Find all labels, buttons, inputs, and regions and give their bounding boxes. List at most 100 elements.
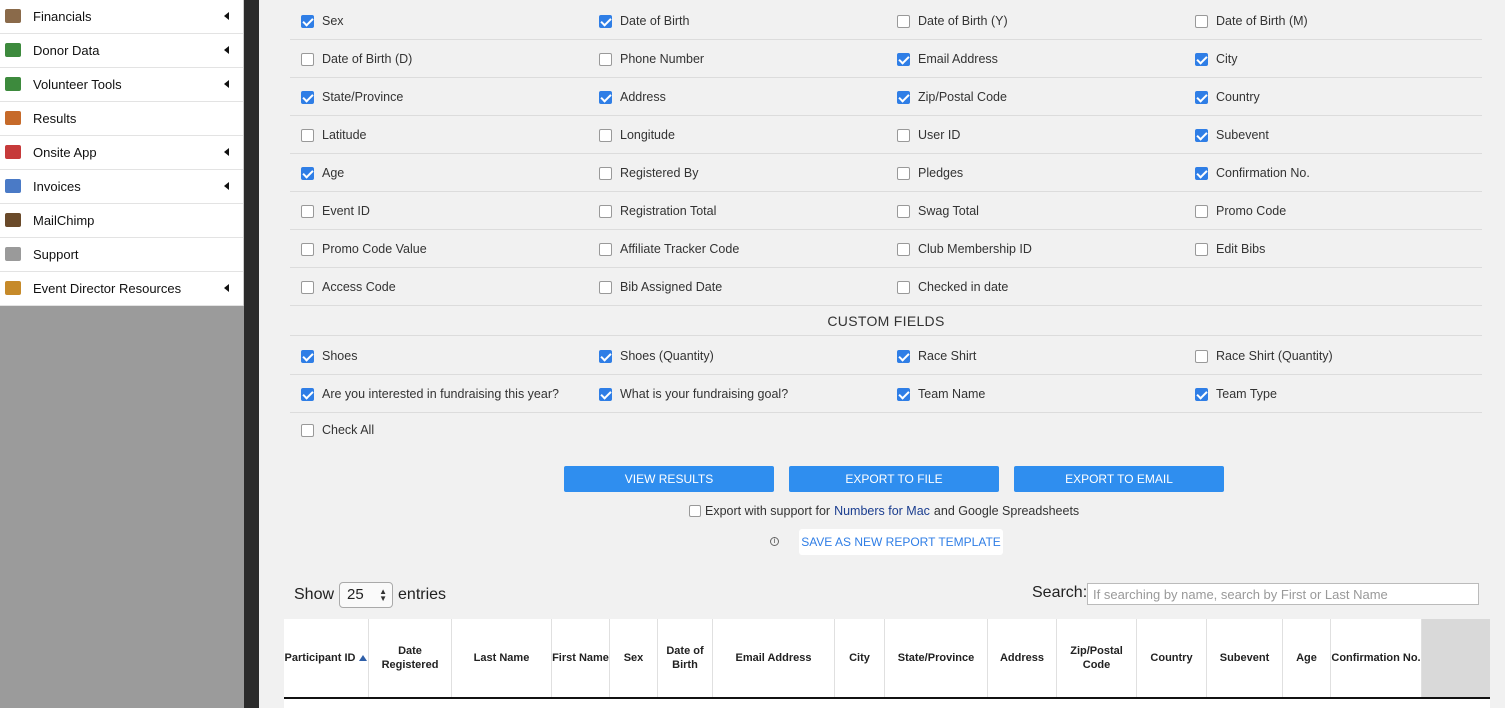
field-option-affiliate-tracker-code[interactable]: Affiliate Tracker Code — [588, 230, 739, 268]
field-option-team-name[interactable]: Team Name — [886, 375, 985, 413]
field-checkbox[interactable] — [301, 242, 314, 256]
field-checkbox[interactable] — [897, 128, 910, 142]
field-checkbox[interactable] — [897, 349, 910, 363]
field-option-edit-bibs[interactable]: Edit Bibs — [1184, 230, 1265, 268]
field-checkbox[interactable] — [301, 90, 314, 104]
field-checkbox[interactable] — [301, 128, 314, 142]
caret-left-icon[interactable] — [224, 46, 229, 54]
field-checkbox[interactable] — [897, 280, 910, 294]
field-checkbox[interactable] — [599, 90, 612, 104]
field-option-age[interactable]: Age — [290, 154, 344, 192]
field-checkbox[interactable] — [301, 166, 314, 180]
field-option-checked-in-date[interactable]: Checked in date — [886, 268, 1008, 306]
field-option-sex[interactable]: Sex — [290, 2, 344, 40]
sidebar-item-results[interactable]: Results — [0, 102, 243, 136]
field-checkbox[interactable] — [301, 349, 314, 363]
column-header-date-registered[interactable]: Date Registered — [369, 619, 452, 697]
caret-left-icon[interactable] — [224, 284, 229, 292]
field-option-registration-total[interactable]: Registration Total — [588, 192, 716, 230]
numbers-for-mac-link[interactable]: Numbers for Mac — [834, 504, 930, 518]
field-checkbox[interactable] — [1195, 90, 1208, 104]
field-option-race-shirt-quantity[interactable]: Race Shirt (Quantity) — [1184, 337, 1333, 375]
search-input[interactable] — [1087, 583, 1479, 605]
sidebar-item-onsite-app[interactable]: Onsite App — [0, 136, 243, 170]
column-header-state-province[interactable]: State/Province — [885, 619, 988, 697]
view-results-button[interactable]: VIEW RESULTS — [564, 466, 774, 492]
export-support-checkbox[interactable] — [689, 505, 701, 517]
field-option-country[interactable]: Country — [1184, 78, 1260, 116]
field-option-email-address[interactable]: Email Address — [886, 40, 998, 78]
field-checkbox[interactable] — [301, 280, 314, 294]
column-header-date-of-birth[interactable]: Date of Birth — [658, 619, 713, 697]
sidebar-item-mailchimp[interactable]: MailChimp — [0, 204, 243, 238]
field-checkbox[interactable] — [897, 14, 910, 28]
field-checkbox[interactable] — [897, 387, 910, 401]
field-checkbox[interactable] — [897, 242, 910, 256]
field-option-city[interactable]: City — [1184, 40, 1238, 78]
column-header-age[interactable]: Age — [1283, 619, 1331, 697]
sidebar-item-event-director-resources[interactable]: Event Director Resources — [0, 272, 243, 306]
field-option-date-of-birth-m[interactable]: Date of Birth (M) — [1184, 2, 1308, 40]
field-checkbox[interactable] — [599, 14, 612, 28]
field-option-date-of-birth-d[interactable]: Date of Birth (D) — [290, 40, 412, 78]
field-option-user-id[interactable]: User ID — [886, 116, 960, 154]
field-checkbox[interactable] — [1195, 387, 1208, 401]
field-checkbox[interactable] — [599, 128, 612, 142]
save-as-template-button[interactable]: SAVE AS NEW REPORT TEMPLATE — [799, 529, 1003, 555]
field-option-shoes[interactable]: Shoes — [290, 337, 357, 375]
column-header-country[interactable]: Country — [1137, 619, 1207, 697]
field-checkbox[interactable] — [1195, 204, 1208, 218]
field-checkbox[interactable] — [1195, 349, 1208, 363]
column-header-confirmation-no[interactable]: Confirmation No. — [1331, 619, 1422, 697]
field-checkbox[interactable] — [897, 52, 910, 66]
field-checkbox[interactable] — [301, 387, 314, 401]
field-checkbox[interactable] — [599, 280, 612, 294]
column-header-city[interactable]: City — [835, 619, 885, 697]
sidebar-item-invoices[interactable]: Invoices — [0, 170, 243, 204]
export-to-email-button[interactable]: EXPORT TO EMAIL — [1014, 466, 1224, 492]
caret-left-icon[interactable] — [224, 148, 229, 156]
field-option-team-type[interactable]: Team Type — [1184, 375, 1277, 413]
field-option-date-of-birth-y[interactable]: Date of Birth (Y) — [886, 2, 1008, 40]
check-all-checkbox[interactable] — [301, 423, 314, 437]
field-checkbox[interactable] — [1195, 52, 1208, 66]
column-header-last-name[interactable]: Last Name — [452, 619, 552, 697]
field-checkbox[interactable] — [1195, 242, 1208, 256]
field-checkbox[interactable] — [897, 204, 910, 218]
check-all-option[interactable]: Check All — [290, 411, 374, 449]
field-option-are-you-interested-in-fundraising-this-year[interactable]: Are you interested in fundraising this y… — [290, 375, 559, 413]
field-option-state-province[interactable]: State/Province — [290, 78, 403, 116]
column-header-zip-postal-code[interactable]: Zip/Postal Code — [1057, 619, 1137, 697]
column-header-extra[interactable] — [1422, 619, 1490, 697]
field-checkbox[interactable] — [599, 52, 612, 66]
entries-select[interactable]: 25 ▲ ▼ — [339, 582, 394, 608]
field-checkbox[interactable] — [301, 52, 314, 66]
field-option-access-code[interactable]: Access Code — [290, 268, 396, 306]
sidebar-item-financials[interactable]: Financials — [0, 0, 243, 34]
field-checkbox[interactable] — [1195, 14, 1208, 28]
field-option-what-is-your-fundraising-goal[interactable]: What is your fundraising goal? — [588, 375, 788, 413]
field-checkbox[interactable] — [599, 349, 612, 363]
field-option-race-shirt[interactable]: Race Shirt — [886, 337, 976, 375]
field-option-promo-code-value[interactable]: Promo Code Value — [290, 230, 427, 268]
sidebar-item-support[interactable]: Support — [0, 238, 243, 272]
field-option-address[interactable]: Address — [588, 78, 666, 116]
field-checkbox[interactable] — [897, 166, 910, 180]
column-header-participant-id[interactable]: Participant ID — [284, 619, 369, 697]
field-option-zip-postal-code[interactable]: Zip/Postal Code — [886, 78, 1007, 116]
caret-left-icon[interactable] — [224, 182, 229, 190]
field-option-shoes-quantity[interactable]: Shoes (Quantity) — [588, 337, 714, 375]
column-header-subevent[interactable]: Subevent — [1207, 619, 1283, 697]
field-checkbox[interactable] — [599, 242, 612, 256]
field-option-pledges[interactable]: Pledges — [886, 154, 963, 192]
export-to-file-button[interactable]: EXPORT TO FILE — [789, 466, 999, 492]
column-header-email-address[interactable]: Email Address — [713, 619, 835, 697]
field-option-latitude[interactable]: Latitude — [290, 116, 366, 154]
field-option-registered-by[interactable]: Registered By — [588, 154, 699, 192]
field-checkbox[interactable] — [1195, 166, 1208, 180]
field-option-longitude[interactable]: Longitude — [588, 116, 675, 154]
field-checkbox[interactable] — [599, 166, 612, 180]
column-header-address[interactable]: Address — [988, 619, 1057, 697]
field-option-phone-number[interactable]: Phone Number — [588, 40, 704, 78]
field-option-confirmation-no[interactable]: Confirmation No. — [1184, 154, 1310, 192]
